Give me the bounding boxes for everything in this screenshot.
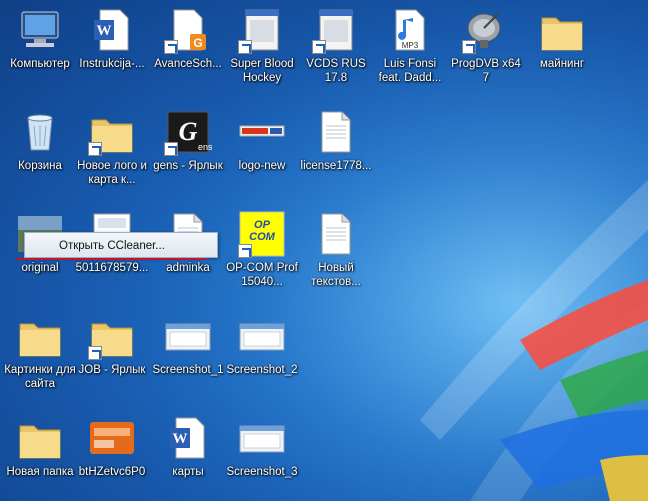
desktop-icon-instrukcija[interactable]: W Instrukcija-...: [74, 6, 150, 71]
shortcut-arrow-icon: [88, 142, 102, 156]
luisfonsi-icon: MP3: [386, 6, 434, 54]
desktop-icon-vcds[interactable]: VCDS RUS 17.8: [298, 6, 374, 85]
desktop-icon-label: Screenshot_3: [226, 466, 298, 478]
desktop-icon-label: Luis Fonsi feat. Dadd...: [378, 58, 442, 84]
desktop-icon-label: Новое лого и карта к...: [77, 160, 147, 186]
screenshot3-icon: [238, 414, 286, 462]
desktop-icon-novayapapka[interactable]: Новая папка: [2, 414, 78, 479]
shortcut-arrow-icon: [88, 346, 102, 360]
desktop-icon-label: AvanceSch...: [154, 58, 222, 70]
shortcut-arrow-icon: [238, 244, 252, 258]
svg-text:COM: COM: [249, 231, 276, 243]
desktop-icon-label: OP-COM Prof 15040...: [226, 262, 298, 288]
desktop-icon-logonew[interactable]: logo-new: [224, 108, 300, 173]
svg-text:W: W: [97, 23, 112, 39]
desktop-icon-label: Картинки для сайта: [4, 364, 76, 390]
opcom-icon: OP COM: [238, 210, 286, 258]
novyitekst-icon: [312, 210, 360, 258]
shortcut-arrow-icon: [164, 142, 178, 156]
desktop-icon-kartinki[interactable]: Картинки для сайта: [2, 312, 78, 391]
desktop-icon-bthzetv[interactable]: btHZetvc6P0: [74, 414, 150, 479]
desktop-icon-maining[interactable]: майнинг: [524, 6, 600, 71]
svg-text:OP: OP: [254, 219, 271, 231]
desktop-icon-label: VCDS RUS 17.8: [306, 58, 366, 84]
svg-text:W: W: [173, 431, 188, 447]
desktop-icon-label: original: [21, 262, 59, 274]
job-icon: [88, 312, 136, 360]
logonew-icon: [238, 108, 286, 156]
desktop-icon-label: Компьютер: [10, 58, 70, 70]
desktop-icon-label: JOB - Ярлык: [78, 364, 146, 376]
progdvb-icon: [462, 6, 510, 54]
desktop-icon-karty[interactable]: Wкарты: [150, 414, 226, 479]
desktop-icon-label: Новая папка: [6, 466, 74, 478]
red-underline-annotation: [16, 258, 206, 260]
desktop-icon-luisfonsi[interactable]: MP3 Luis Fonsi feat. Dadd...: [372, 6, 448, 85]
desktop-icon-avancesch[interactable]: G AvanceSch...: [150, 6, 226, 71]
desktop-icon-label: Instrukcija-...: [79, 58, 145, 70]
desktop-icon-label: adminka: [166, 262, 210, 274]
ccleaner-tooltip-menu-item[interactable]: Открыть CCleaner...: [24, 232, 218, 258]
desktop-icon-label: license1778...: [300, 160, 372, 172]
novayapapka-icon: [16, 414, 64, 462]
shortcut-arrow-icon: [238, 40, 252, 54]
desktop-icon-opcom[interactable]: OP COM OP-COM Prof 15040...: [224, 210, 300, 289]
desktop-icon-screenshot3[interactable]: Screenshot_3: [224, 414, 300, 479]
screenshot2-icon: [238, 312, 286, 360]
novoelogo-icon: [88, 108, 136, 156]
shortcut-arrow-icon: [164, 40, 178, 54]
desktop-icon-label: Screenshot_2: [226, 364, 298, 376]
desktop-icon-label: Screenshot_1: [152, 364, 224, 376]
desktop-icon-progdvb[interactable]: ProgDVB x64 7: [448, 6, 524, 85]
shortcut-arrow-icon: [312, 40, 326, 54]
superblood-icon: [238, 6, 286, 54]
kartinki-icon: [16, 312, 64, 360]
instrukcija-icon: W: [88, 6, 136, 54]
desktop-icon-label: Super Blood Hockey: [230, 58, 294, 84]
svg-text:G: G: [193, 36, 202, 50]
desktop-icon-label: 5011678579...: [75, 262, 149, 274]
svg-text:MP3: MP3: [402, 41, 419, 50]
desktop-icon-novoelogo[interactable]: Новое лого и карта к...: [74, 108, 150, 187]
desktop-icon-novyitekst[interactable]: Новый текстов...: [298, 210, 374, 289]
gens-icon: Gens: [164, 108, 213, 156]
desktop-icon-label: ProgDVB x64 7: [451, 58, 521, 84]
korzina-icon: [16, 108, 64, 156]
license-icon: [312, 108, 360, 156]
desktop-icon-superblood[interactable]: Super Blood Hockey: [224, 6, 300, 85]
desktop-icon-screenshot2[interactable]: Screenshot_2: [224, 312, 300, 377]
desktop-icon-screenshot1[interactable]: Screenshot_1: [150, 312, 226, 377]
vcds-icon: [312, 6, 360, 54]
desktop-icon-label: Корзина: [18, 160, 62, 172]
svg-text:ens: ens: [198, 142, 212, 152]
desktop-icon-label: logo-new: [238, 160, 286, 172]
desktop-icon-label: майнинг: [539, 58, 585, 70]
desktop-icon-label: Новый текстов...: [311, 262, 361, 288]
bthzetv-icon: [88, 414, 136, 462]
ccleaner-menu-label: Открыть CCleaner...: [59, 240, 165, 252]
desktop-icon-job[interactable]: JOB - Ярлык: [74, 312, 150, 377]
svg-text:G: G: [179, 117, 198, 146]
desktop-icon-label: карты: [172, 466, 204, 478]
avancesch-icon: G: [164, 6, 212, 54]
maining-icon: [538, 6, 586, 54]
desktop-icon-gens[interactable]: Gens gens - Ярлык: [150, 108, 226, 173]
desktop-icon-label: btHZetvc6P0: [78, 466, 146, 478]
desktop-icon-label: gens - Ярлык: [153, 160, 223, 172]
screenshot1-icon: [164, 312, 212, 360]
desktop-icon-korzina[interactable]: Корзина: [2, 108, 78, 173]
desktop-icon-license[interactable]: license1778...: [298, 108, 374, 173]
computer-icon: [16, 6, 64, 54]
karty-icon: W: [164, 414, 212, 462]
desktop-icon-computer[interactable]: Компьютер: [2, 6, 78, 71]
shortcut-arrow-icon: [462, 40, 476, 54]
